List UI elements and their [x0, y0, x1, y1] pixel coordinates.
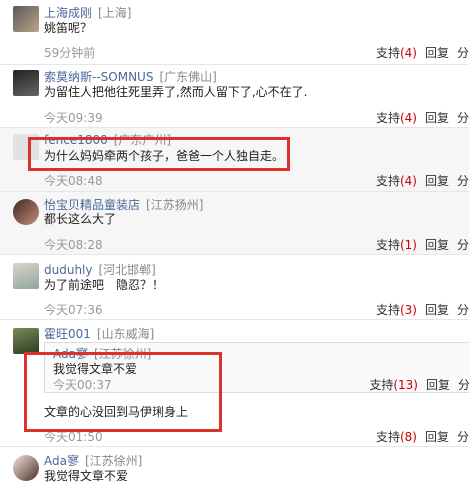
share-button[interactable]: 分: [457, 174, 469, 188]
avatar[interactable]: [13, 199, 39, 225]
share-button[interactable]: 分: [457, 46, 469, 60]
comment-text: 都长这么大了: [44, 212, 117, 226]
comment-text: 为了前途吧 隐忍？！: [44, 278, 165, 292]
username[interactable]: 索莫纳斯--SOMNUS: [44, 70, 153, 84]
support-button[interactable]: 支持(4): [376, 46, 417, 60]
reply-button[interactable]: 回复: [425, 174, 449, 188]
reply-button[interactable]: 回复: [425, 46, 449, 60]
comment-text: 姚笛呢？: [44, 21, 93, 35]
reply-button[interactable]: 回复: [425, 238, 449, 252]
comment-2: 索莫纳斯--SOMNUS [广东佛山] 为留住人把他往死里弄了,然而人留下了,心不…: [0, 65, 469, 127]
support-button[interactable]: 支持(4): [376, 111, 417, 125]
avatar[interactable]: [13, 455, 39, 481]
avatar[interactable]: [13, 6, 39, 32]
comment-time: 59分钟前: [44, 46, 96, 60]
avatar[interactable]: [13, 328, 39, 354]
reply-button[interactable]: 回复: [425, 111, 449, 125]
support-button[interactable]: 支持(3): [376, 303, 417, 317]
user-location: [山东威海]: [96, 327, 155, 341]
comment-5: duduhly [河北邯郸] 为了前途吧 隐忍？！ 今天07:36 支持(3) 回复…: [0, 255, 469, 319]
support-button[interactable]: 支持(1): [376, 238, 417, 252]
comment-7: Ada寥 [江苏徐州] 我觉得文章不爱: [0, 447, 469, 488]
share-button[interactable]: 分: [457, 303, 469, 317]
quoted-reply-button[interactable]: 回复: [426, 378, 450, 392]
username[interactable]: 上海成刚: [44, 6, 92, 20]
avatar[interactable]: [13, 263, 39, 289]
comment-time: 今天08:28: [44, 238, 103, 252]
user-location: [河北邯郸]: [98, 263, 156, 277]
comment-4: 怡宝贝精品童装店 [江苏扬州] 都长这么大了 今天08:28 支持(1) 回复分: [0, 192, 469, 254]
username[interactable]: 霍旺001: [44, 327, 91, 341]
username[interactable]: duduhly: [44, 263, 93, 277]
comment-time: 今天07:36: [44, 303, 103, 317]
avatar[interactable]: [13, 70, 39, 96]
user-location: [江苏扬州]: [146, 198, 204, 212]
username[interactable]: Ada寥: [44, 454, 79, 468]
support-button[interactable]: 支持(4): [376, 174, 417, 188]
highlight-box: [28, 137, 290, 171]
reply-button[interactable]: 回复: [425, 303, 449, 317]
highlight-box: [24, 352, 222, 432]
comment-text: 我觉得文章不爱: [44, 469, 129, 483]
user-location: [上海]: [98, 6, 132, 20]
comment-time: 今天08:48: [44, 174, 103, 188]
quoted-share-button[interactable]: 分: [458, 378, 469, 392]
comment-1: 上海成刚 [上海] 姚笛呢？ 59分钟前 支持(4) 回复分: [0, 0, 469, 64]
share-button[interactable]: 分: [457, 111, 469, 125]
user-location: [广东佛山]: [159, 70, 217, 84]
quoted-support-button[interactable]: 支持(13): [369, 378, 418, 392]
share-button[interactable]: 分: [457, 238, 469, 252]
reply-button[interactable]: 回复: [425, 430, 449, 444]
comment-time: 今天09:39: [44, 111, 103, 125]
comment-text: 为留住人把他往死里弄了,然而人留下了,心不在了.: [44, 85, 308, 99]
support-button[interactable]: 支持(8): [376, 430, 417, 444]
user-location: [江苏徐州]: [84, 454, 143, 468]
share-button[interactable]: 分: [457, 430, 469, 444]
